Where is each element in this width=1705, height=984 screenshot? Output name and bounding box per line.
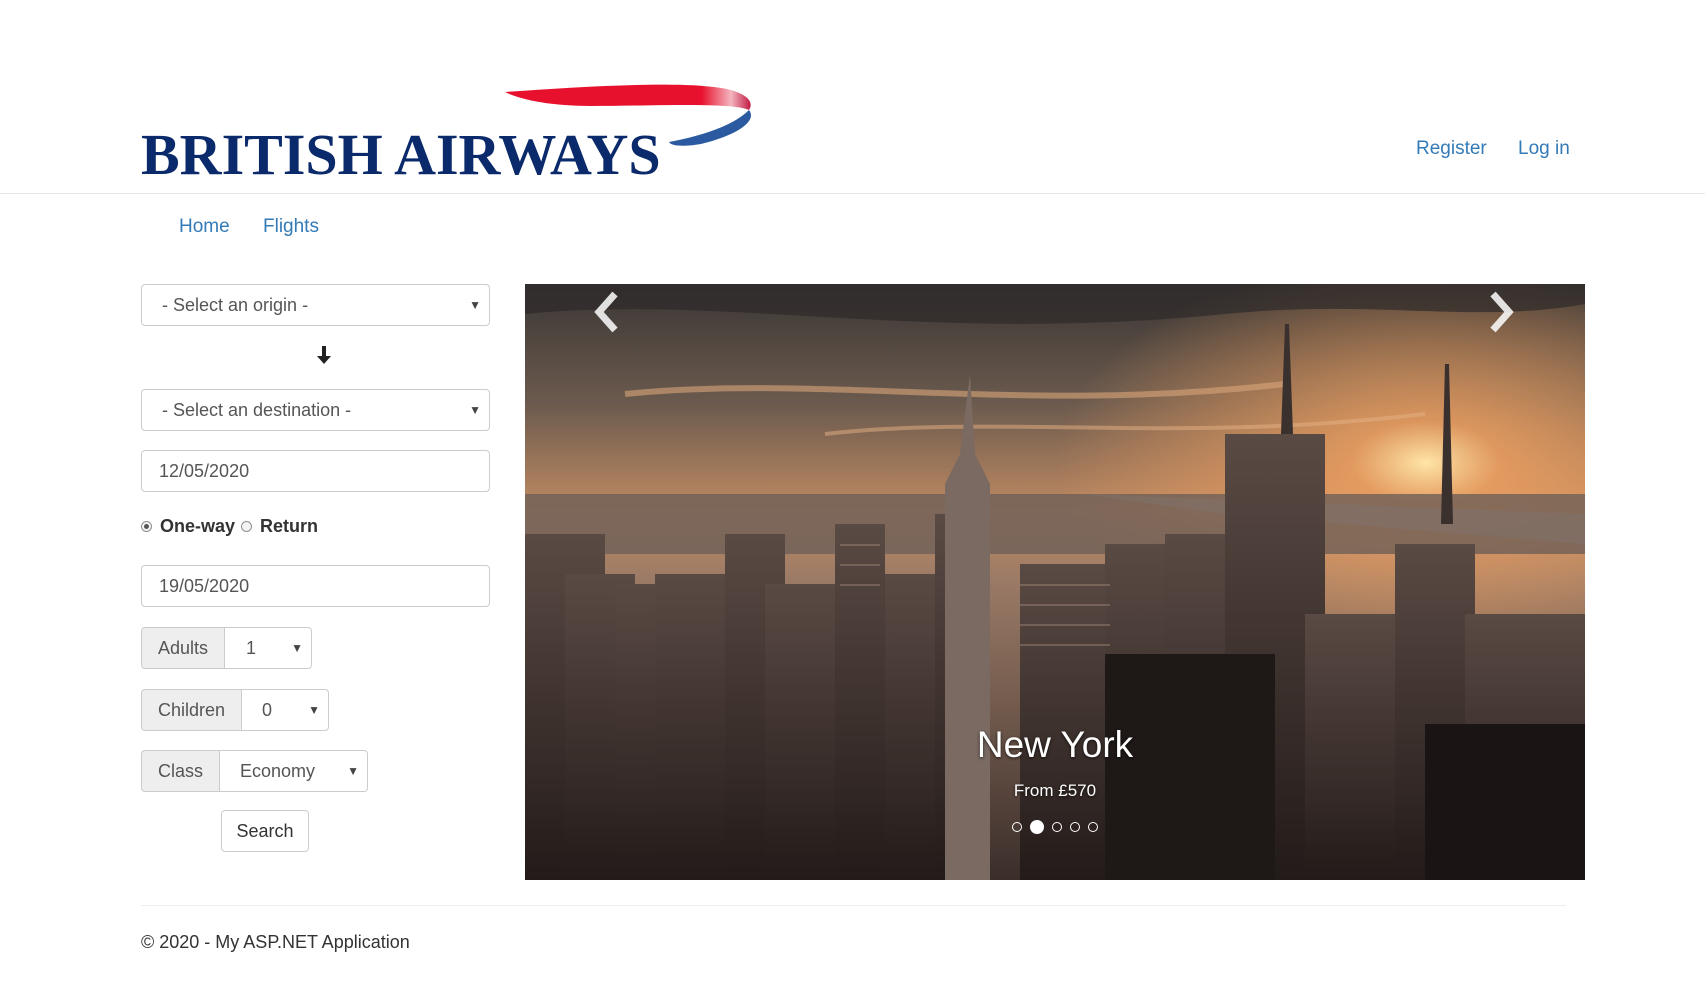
children-label: Children: [141, 689, 242, 731]
class-select-value: Economy: [240, 761, 316, 781]
destination-select[interactable]: - Select an destination - ▼: [141, 389, 490, 431]
caret-down-icon: ▼: [469, 298, 481, 312]
chevron-left-icon[interactable]: [587, 284, 627, 340]
destination-carousel[interactable]: New York From £570: [525, 284, 1585, 880]
children-input-group: Children 0 ▼: [141, 689, 330, 731]
footer-copyright: © 2020 - My ASP.NET Application: [141, 932, 410, 952]
carousel-indicator[interactable]: [1012, 822, 1022, 832]
footer-divider: [141, 905, 1566, 906]
carousel-indicator[interactable]: [1070, 822, 1080, 832]
trip-type-radio-group: One-way Return: [141, 515, 324, 537]
arrow-down-icon: [317, 346, 331, 364]
depart-date-input[interactable]: 12/05/2020: [141, 450, 490, 492]
return-date-input[interactable]: 19/05/2020: [141, 565, 490, 607]
page: BRITISH AIRWAYS Register Log in Home Fli…: [0, 0, 1705, 984]
search-button[interactable]: Search: [221, 810, 309, 852]
login-link[interactable]: Log in: [1518, 138, 1570, 160]
carousel-indicator-active[interactable]: [1030, 820, 1044, 834]
class-label: Class: [141, 750, 220, 792]
origin-select[interactable]: - Select an origin - ▼: [141, 284, 490, 326]
adults-select[interactable]: 1 ▼: [224, 627, 313, 669]
adults-input-group: Adults 1 ▼: [141, 627, 313, 669]
nav-flights-link[interactable]: Flights: [263, 216, 319, 238]
site-header: BRITISH AIRWAYS Register Log in: [0, 0, 1705, 194]
chevron-right-icon[interactable]: [1481, 284, 1521, 340]
destination-select-value: - Select an destination -: [162, 400, 352, 420]
slide-title: New York: [976, 724, 1134, 765]
slide-subtitle: From £570: [1013, 781, 1097, 800]
logo-wordmark: BRITISH AIRWAYS: [141, 122, 661, 187]
return-radio[interactable]: [241, 520, 253, 532]
caret-down-icon: ▼: [291, 641, 304, 655]
children-select[interactable]: 0 ▼: [241, 689, 330, 731]
adults-label: Adults: [141, 627, 225, 669]
one-way-label[interactable]: One-way: [160, 516, 235, 537]
one-way-radio[interactable]: [141, 520, 152, 532]
british-airways-logo[interactable]: BRITISH AIRWAYS: [141, 84, 761, 184]
carousel-indicator[interactable]: [1052, 822, 1062, 832]
caret-down-icon: ▼: [347, 764, 360, 778]
adults-select-value: 1: [246, 638, 257, 658]
class-input-group: Class Economy ▼: [141, 750, 369, 792]
carousel-indicator[interactable]: [1088, 822, 1098, 832]
register-link[interactable]: Register: [1416, 138, 1487, 160]
nav-home-link[interactable]: Home: [179, 216, 230, 238]
caret-down-icon: ▼: [308, 703, 321, 717]
children-select-value: 0: [262, 700, 273, 720]
carousel-indicators: [525, 820, 1585, 834]
origin-select-value: - Select an origin -: [162, 295, 309, 315]
return-label[interactable]: Return: [260, 516, 318, 537]
class-select[interactable]: Economy ▼: [219, 750, 369, 792]
caret-down-icon: ▼: [469, 403, 481, 417]
